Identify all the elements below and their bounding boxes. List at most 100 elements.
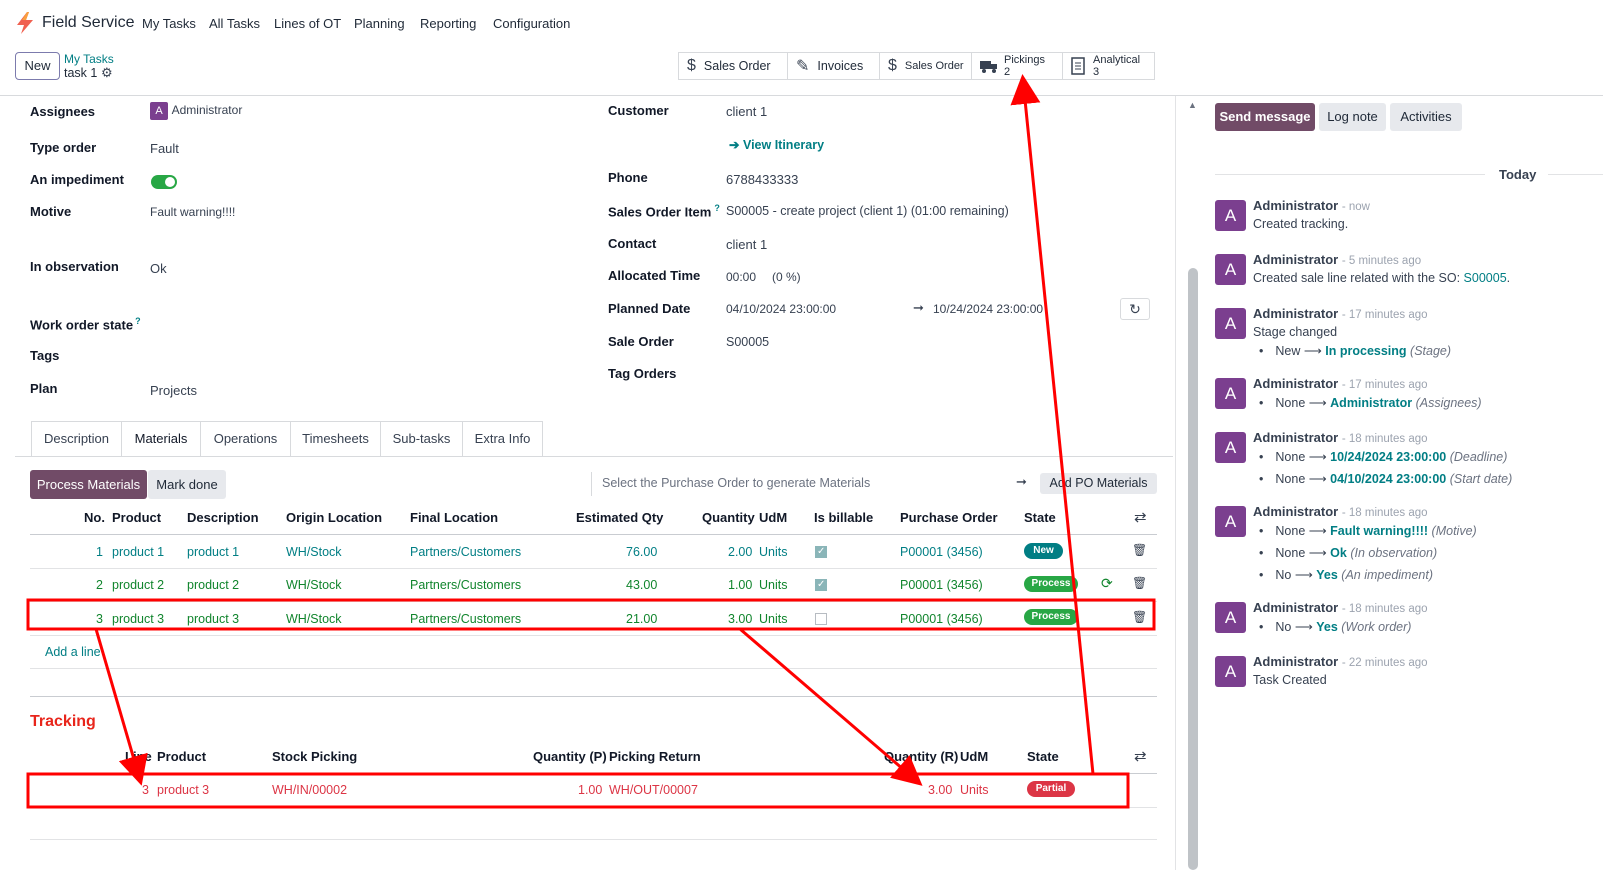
- contact-label: Contact: [608, 236, 657, 251]
- col-quantity-p[interactable]: Quantity (P): [533, 749, 607, 764]
- phone-value[interactable]: 6788433333: [726, 172, 798, 187]
- avatar[interactable]: A: [1215, 506, 1246, 537]
- add-line-link[interactable]: Add a line: [45, 645, 101, 659]
- message-author[interactable]: Administrator - 17 minutes ago: [1253, 306, 1428, 321]
- row-udm: Units: [759, 578, 788, 592]
- tab-operations[interactable]: Operations: [200, 421, 291, 457]
- breadcrumb-parent[interactable]: My Tasks: [64, 52, 114, 66]
- col-state[interactable]: State: [1027, 749, 1059, 764]
- trash-icon[interactable]: 🗑: [1132, 576, 1147, 590]
- tab-sub-tasks[interactable]: Sub-tasks: [380, 421, 463, 457]
- col-no[interactable]: No.: [84, 510, 105, 525]
- message-author[interactable]: Administrator - 18 minutes ago: [1253, 504, 1428, 519]
- view-itinerary-link[interactable]: ➔ View Itinerary: [729, 137, 824, 152]
- message-author[interactable]: Administrator - 5 minutes ago: [1253, 252, 1421, 267]
- col-origin-location[interactable]: Origin Location: [286, 510, 382, 525]
- tab-timesheets[interactable]: Timesheets: [290, 421, 381, 457]
- col-product[interactable]: Product: [157, 749, 206, 764]
- planned-end-value[interactable]: 10/24/2024 23:00:00: [933, 302, 1043, 316]
- avatar[interactable]: A: [1215, 200, 1246, 231]
- message-author[interactable]: Administrator - now: [1253, 198, 1370, 213]
- col-udm[interactable]: UdM: [759, 510, 787, 525]
- avatar[interactable]: A: [1215, 254, 1246, 285]
- menu-reporting[interactable]: Reporting: [420, 16, 476, 31]
- col-state[interactable]: State: [1024, 510, 1056, 525]
- col-final-location[interactable]: Final Location: [410, 510, 498, 525]
- menu-planning[interactable]: Planning: [354, 16, 405, 31]
- trash-icon[interactable]: 🗑: [1132, 610, 1147, 624]
- column-settings-icon[interactable]: ⇄: [1134, 747, 1147, 765]
- contact-value[interactable]: client 1: [726, 237, 767, 252]
- planned-start-value[interactable]: 04/10/2024 23:00:00: [726, 302, 836, 316]
- send-message-button[interactable]: Send message: [1215, 103, 1315, 131]
- col-line[interactable]: Line: [125, 749, 152, 764]
- menu-lines-of-ot[interactable]: Lines of OT: [274, 16, 341, 31]
- app-name[interactable]: Field Service: [42, 14, 134, 32]
- tab-description[interactable]: Description: [31, 421, 122, 457]
- type-order-value[interactable]: Fault: [150, 141, 179, 156]
- customer-value[interactable]: client 1: [726, 104, 767, 119]
- gear-icon[interactable]: ⚙: [101, 65, 113, 81]
- purchase-order-input[interactable]: Select the Purchase Order to generate Ma…: [602, 476, 870, 490]
- smart-button-analytical[interactable]: Analytical 3: [1062, 52, 1155, 80]
- allocated-time-value[interactable]: 00:00: [726, 270, 756, 284]
- sale-order-value[interactable]: S00005: [726, 335, 769, 349]
- avatar[interactable]: A: [1215, 378, 1246, 409]
- avatar[interactable]: A: [1215, 308, 1246, 339]
- impediment-toggle[interactable]: [151, 175, 177, 189]
- billable-checkbox[interactable]: [815, 613, 827, 625]
- menu-my-tasks[interactable]: My Tasks: [142, 16, 196, 31]
- avatar[interactable]: A: [1215, 656, 1246, 687]
- billable-checkbox[interactable]: [815, 579, 827, 591]
- trash-icon[interactable]: 🗑: [1132, 543, 1147, 557]
- message-author[interactable]: Administrator - 18 minutes ago: [1253, 600, 1428, 615]
- avatar[interactable]: A: [1215, 432, 1246, 463]
- tracking-change: None ⟶ Fault warning!!!! (Motive): [1259, 523, 1476, 538]
- refresh-icon[interactable]: ↻: [1120, 298, 1150, 320]
- col-product[interactable]: Product: [112, 510, 161, 525]
- customer-label: Customer: [608, 103, 669, 118]
- plan-value[interactable]: Projects: [150, 383, 197, 398]
- message-time: - 18 minutes ago: [1341, 433, 1428, 445]
- col-stock-picking[interactable]: Stock Picking: [272, 749, 357, 764]
- col-estimated-qty[interactable]: Estimated Qty: [576, 510, 663, 525]
- motive-value[interactable]: Fault warning!!!!: [150, 205, 235, 219]
- column-settings-icon[interactable]: ⇄: [1134, 508, 1147, 526]
- mark-done-button[interactable]: Mark done: [148, 470, 226, 499]
- edit-icon: ✎: [796, 58, 810, 75]
- smart-button-invoices[interactable]: ✎ Invoices: [787, 52, 880, 80]
- col-is-billable[interactable]: Is billable: [814, 510, 873, 525]
- refresh-icon[interactable]: ⟳: [1101, 575, 1113, 592]
- tab-extra-info[interactable]: Extra Info: [462, 421, 543, 457]
- assignee-field[interactable]: A Administrator: [150, 102, 242, 120]
- divider: [30, 635, 1157, 636]
- col-quantity[interactable]: Quantity: [702, 510, 755, 525]
- smart-button-pickings[interactable]: Pickings 2: [971, 52, 1063, 80]
- smart-button-count: 3: [1093, 66, 1100, 78]
- message-author[interactable]: Administrator - 18 minutes ago: [1253, 430, 1428, 445]
- col-quantity-r[interactable]: Quantity (R): [884, 749, 958, 764]
- activities-button[interactable]: Activities: [1390, 103, 1462, 131]
- so-item-value[interactable]: S00005 - create project (client 1) (01:0…: [726, 204, 1009, 218]
- smart-button-sales-order-2[interactable]: $ Sales Order: [879, 52, 972, 80]
- tab-materials[interactable]: Materials: [121, 421, 201, 457]
- breadcrumb-current: task 1: [64, 66, 98, 80]
- col-udm[interactable]: UdM: [960, 749, 988, 764]
- col-purchase-order[interactable]: Purchase Order: [900, 510, 998, 525]
- col-description[interactable]: Description: [187, 510, 259, 525]
- message-author[interactable]: Administrator - 22 minutes ago: [1253, 654, 1428, 669]
- process-materials-button[interactable]: Process Materials: [30, 470, 147, 499]
- so-link[interactable]: S00005: [1464, 271, 1507, 285]
- log-note-button[interactable]: Log note: [1319, 103, 1386, 131]
- message-author[interactable]: Administrator - 17 minutes ago: [1253, 376, 1428, 391]
- menu-configuration[interactable]: Configuration: [493, 16, 570, 31]
- new-button[interactable]: New: [15, 52, 60, 80]
- observation-value[interactable]: Ok: [150, 261, 167, 276]
- avatar[interactable]: A: [1215, 602, 1246, 633]
- billable-checkbox[interactable]: [815, 546, 827, 558]
- add-po-materials-button[interactable]: Add PO Materials: [1040, 473, 1157, 494]
- menu-all-tasks[interactable]: All Tasks: [209, 16, 260, 31]
- col-picking-return[interactable]: Picking Return: [609, 749, 701, 764]
- field-service-logo-icon: [17, 12, 33, 34]
- smart-button-sales-order[interactable]: $ Sales Order: [678, 52, 788, 80]
